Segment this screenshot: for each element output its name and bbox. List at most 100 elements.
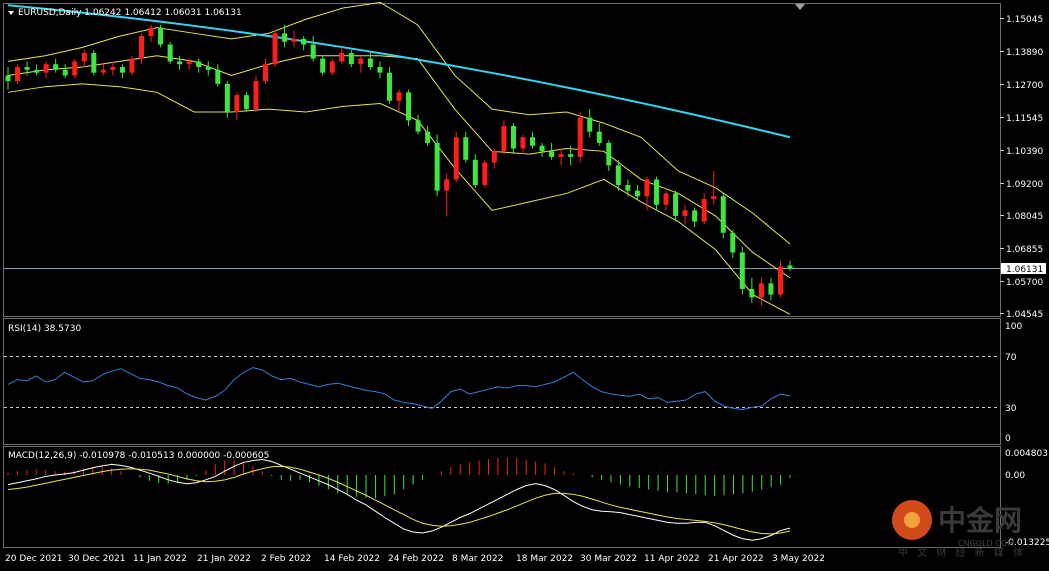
macd-line — [7, 459, 791, 541]
price-tick: 1.11545 — [1006, 114, 1043, 124]
bollinger-bands — [7, 1, 791, 315]
candle-body — [644, 179, 650, 197]
candle-body — [425, 131, 431, 143]
candle-body — [367, 58, 373, 68]
shift-marker-icon[interactable] — [795, 4, 805, 10]
date-tick: 30 Mar 2022 — [580, 554, 637, 564]
price-tick: 1.08045 — [1006, 212, 1043, 222]
rsi-header: RSI(14) 38.5730 — [8, 324, 81, 334]
rsi-tick: 0 — [1005, 434, 1011, 444]
date-tick: 24 Feb 2022 — [388, 554, 444, 564]
date-tick: 30 Dec 2021 — [68, 554, 126, 564]
price-tick: 1.13890 — [1006, 48, 1043, 58]
candle-body — [81, 52, 87, 62]
rsi-panel-frame — [3, 318, 1001, 445]
candle-body — [196, 61, 202, 68]
candle-body — [15, 67, 21, 82]
candle-body — [463, 137, 469, 160]
candle-body — [396, 92, 402, 101]
date-tick: 14 Feb 2022 — [324, 554, 380, 564]
candle-body — [539, 145, 545, 152]
candle-body — [253, 81, 259, 110]
trading-chart[interactable]: EURUSD,Daily 1.06242 1.06412 1.06031 1.0… — [0, 0, 1049, 571]
candle-body — [453, 137, 459, 180]
candle-body — [43, 64, 49, 73]
rsi-axis: 100 70 30 0 — [1005, 322, 1022, 444]
candle-body — [520, 137, 526, 149]
candle-body — [272, 33, 278, 65]
date-tick: 11 Jan 2022 — [133, 554, 187, 564]
price-tick: 1.10390 — [1006, 147, 1043, 157]
candle-body — [377, 67, 383, 73]
price-tick: 1.12700 — [1006, 81, 1043, 91]
price-tick: 1.05700 — [1006, 278, 1043, 288]
watermark-tagline: 中 文 财 经 新 媒 体 — [898, 546, 1026, 559]
candle-body — [386, 72, 392, 101]
candle-body — [53, 64, 59, 70]
moving-average — [7, 4, 791, 139]
candle-body — [491, 151, 497, 163]
time-axis: 20 Dec 2021 30 Dec 2021 11 Jan 2022 21 J… — [5, 554, 825, 564]
candle-body — [673, 193, 679, 216]
candle-body — [472, 159, 478, 186]
candle-body — [444, 179, 450, 191]
candle-body — [739, 252, 745, 289]
candle-body — [653, 179, 659, 205]
candle-body — [148, 27, 154, 37]
candle-body — [282, 33, 288, 42]
candle-body — [205, 67, 211, 70]
candle-body — [777, 266, 783, 295]
menu-triangle-icon[interactable] — [8, 11, 14, 15]
macd-header: MACD(12,26,9) -0.010978 -0.010513 0.0000… — [8, 451, 269, 461]
upper-band — [7, 1, 791, 245]
ma-line — [7, 4, 791, 139]
price-tick: 1.15045 — [1006, 15, 1043, 25]
price-tick: 1.06855 — [1006, 245, 1043, 255]
watermark-logo-inner — [904, 512, 920, 528]
candle-body — [596, 131, 602, 143]
candle-body — [749, 288, 755, 298]
middle-band — [7, 55, 791, 279]
candle-body — [91, 52, 97, 73]
candle-body — [234, 95, 240, 112]
candle-body — [568, 154, 574, 157]
candle-body — [701, 199, 707, 222]
candle-body — [243, 95, 249, 110]
candle-body — [530, 137, 536, 146]
candle-body — [291, 38, 297, 42]
candle-body — [158, 27, 164, 45]
candle-body — [634, 190, 640, 197]
date-tick: 3 May 2022 — [772, 554, 825, 564]
candle-body — [62, 69, 68, 76]
lower-band — [7, 83, 791, 315]
candle-body — [139, 36, 145, 59]
watermark-brand: 中金网 — [938, 504, 1022, 537]
candle-body — [348, 52, 354, 65]
candle-body — [167, 44, 173, 62]
candle-body — [692, 210, 698, 222]
candle-body — [615, 165, 621, 186]
candle-body — [558, 154, 564, 157]
rsi-tick: 70 — [1005, 353, 1017, 363]
candle-body — [606, 142, 612, 166]
date-tick: 18 Mar 2022 — [516, 554, 573, 564]
date-tick: 11 Apr 2022 — [644, 554, 700, 564]
candle-body — [768, 283, 774, 295]
candle-body — [301, 38, 307, 45]
candle-body — [501, 126, 507, 152]
candle-body — [682, 210, 688, 216]
macd-tick: 0.004803 — [1005, 449, 1048, 459]
candle-body — [787, 265, 793, 269]
candle-body — [339, 52, 345, 62]
macd-series — [7, 457, 791, 541]
rsi-line — [7, 367, 791, 411]
watermark-site: CNGOLD.COM — [958, 539, 1014, 548]
candle-body — [186, 61, 192, 65]
date-tick: 2 Feb 2022 — [261, 554, 311, 564]
candle-body — [730, 232, 736, 253]
candle-body — [110, 67, 116, 70]
date-tick: 20 Dec 2021 — [5, 554, 63, 564]
candle-body — [129, 58, 135, 73]
candle-body — [358, 58, 364, 65]
main-panel-frame — [3, 3, 1001, 317]
